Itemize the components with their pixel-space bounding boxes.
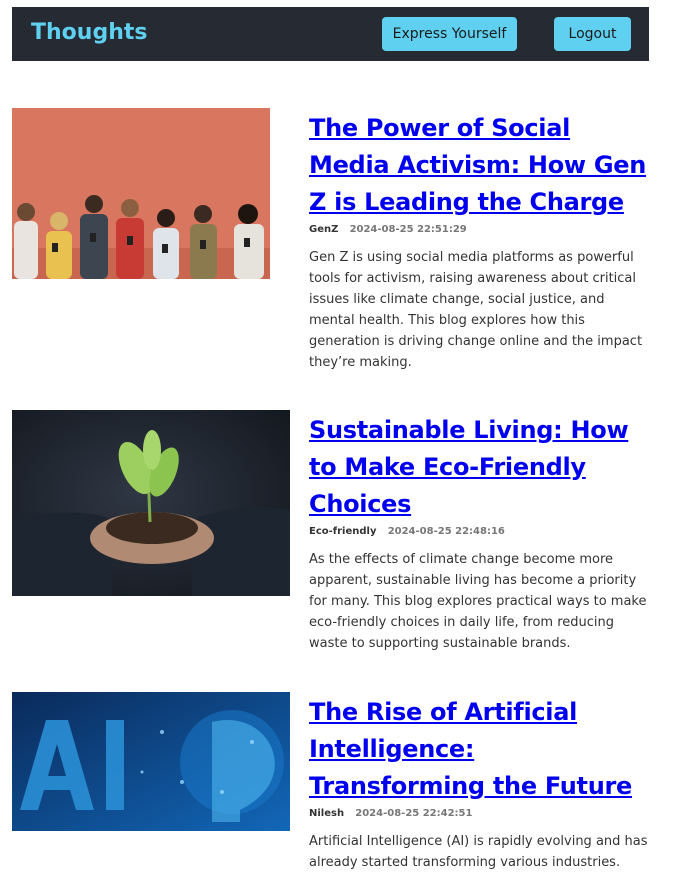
ai-head-image [12,692,290,831]
post-excerpt: Gen Z is using social media platforms as… [309,250,643,370]
post-meta: Eco-friendly 2024-08-25 22:48:16 [309,525,654,539]
post-excerpt: As the effects of climate change become … [309,552,647,651]
post-card: The Power of Social Media Activism: How … [12,108,652,378]
post-meta: Nilesh 2024-08-25 22:42:51 [309,807,654,821]
post-author: Eco-friendly [309,526,377,537]
post-thumbnail[interactable] [12,108,270,279]
post-title-link[interactable]: The Power of Social Media Activism: How … [309,114,646,216]
post-card: Sustainable Living: How to Make Eco-Frie… [12,410,652,670]
post-meta: GenZ 2024-08-25 22:51:29 [309,223,654,237]
post-content: Sustainable Living: How to Make Eco-Frie… [309,412,654,654]
express-yourself-button[interactable]: Express Yourself [382,17,517,51]
post-title: The Power of Social Media Activism: How … [309,110,654,221]
post-content: The Power of Social Media Activism: How … [309,110,654,373]
post-date: 2024-08-25 22:48:16 [387,526,505,537]
post-thumbnail[interactable] [12,410,290,596]
brand-logo[interactable]: Thoughts [31,20,147,45]
navbar: Thoughts Express Yourself Logout [12,7,649,61]
post-excerpt: Artificial Intelligence (AI) is rapidly … [309,834,648,870]
seedling-in-hands-image [12,410,290,596]
post-date: 2024-08-25 22:51:29 [349,224,467,235]
post-title-link[interactable]: Sustainable Living: How to Make Eco-Frie… [309,416,629,518]
post-card: The Rise of Artificial Intelligence: Tra… [12,692,652,872]
post-author: GenZ [309,224,339,235]
post-title: The Rise of Artificial Intelligence: Tra… [309,694,654,805]
post-author: Nilesh [309,808,345,819]
post-title: Sustainable Living: How to Make Eco-Frie… [309,412,654,523]
post-content: The Rise of Artificial Intelligence: Tra… [309,694,654,873]
post-thumbnail[interactable] [12,692,290,831]
post-title-link[interactable]: The Rise of Artificial Intelligence: Tra… [309,698,632,800]
group-with-phones-image [12,108,270,279]
logout-button[interactable]: Logout [554,17,631,51]
post-date: 2024-08-25 22:42:51 [355,808,473,819]
